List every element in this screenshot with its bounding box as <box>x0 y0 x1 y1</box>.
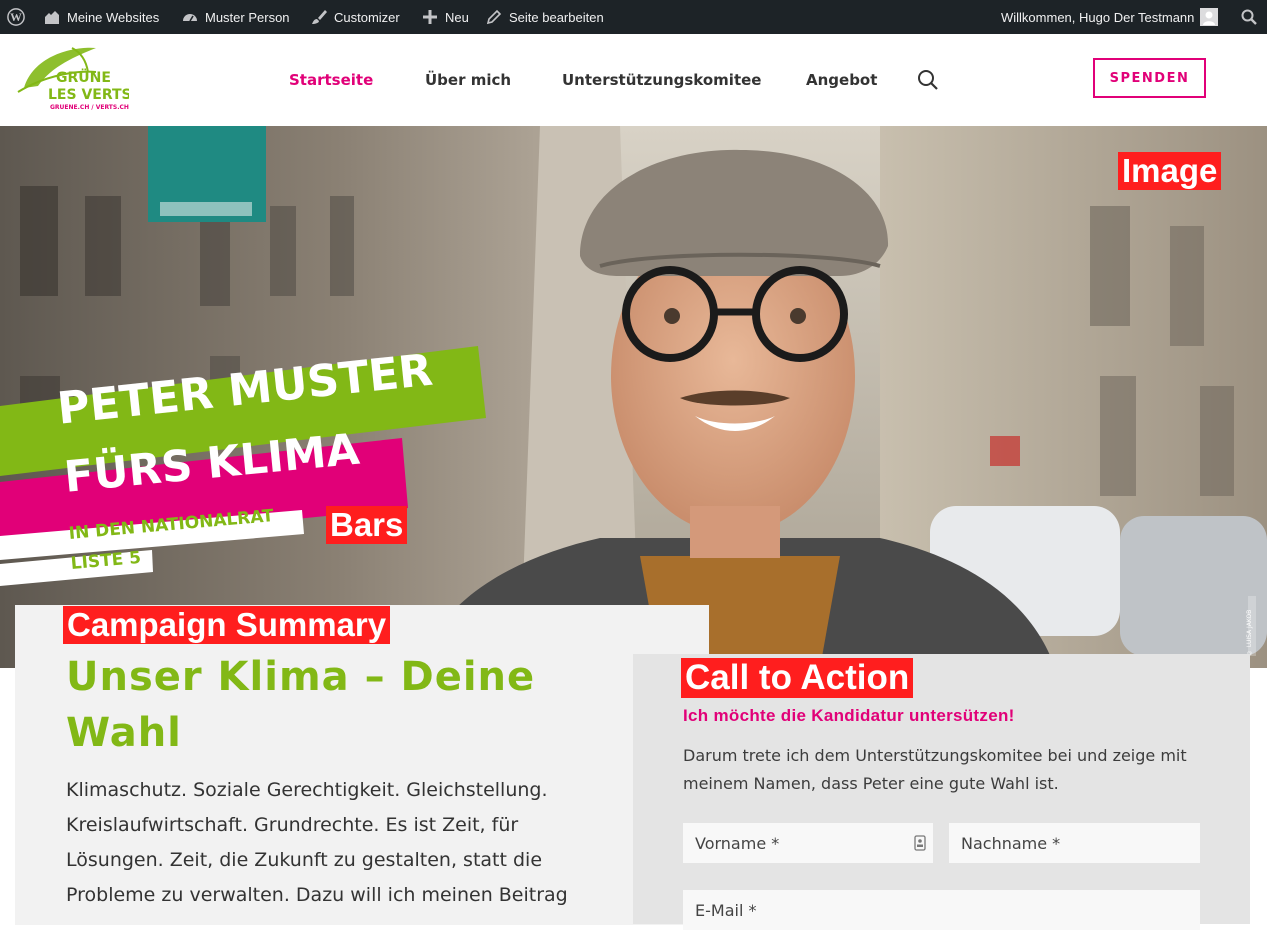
wordpress-icon: W <box>7 8 25 26</box>
annotation-bars: Bars <box>326 506 408 544</box>
site-search-button[interactable] <box>916 68 940 92</box>
annotation-call-to-action: Call to Action <box>681 658 914 699</box>
summary-title: Unser Klima – Deine Wahl <box>66 654 536 756</box>
my-sites-menu[interactable]: Meine Websites <box>43 0 159 34</box>
contact-card-icon <box>914 835 926 851</box>
plus-icon <box>421 8 439 26</box>
search-icon <box>1240 8 1258 26</box>
svg-text:W: W <box>10 11 22 24</box>
logo-line1: GRÜNE <box>56 68 111 86</box>
edit-page-label: Seite bearbeiten <box>509 9 604 25</box>
nav-item-startseite[interactable]: Startseite <box>289 34 373 126</box>
admin-search-button[interactable] <box>1240 0 1258 34</box>
site-name-label: Muster Person <box>205 9 290 25</box>
photo-credit: © LUISA JAKOB <box>1246 609 1253 656</box>
brush-icon <box>310 8 328 26</box>
new-label: Neu <box>445 9 469 25</box>
annotation-image: Image <box>1118 152 1222 190</box>
admin-bar: W Meine Websites Muster Person Customize… <box>0 0 1267 34</box>
call-to-action: Call to Action Ich möchte die Kandidatur… <box>633 654 1250 930</box>
nav-item-angebot[interactable]: Angebot <box>806 34 877 126</box>
logo-line2: LES VERTS <box>48 87 129 103</box>
pencil-icon <box>485 8 503 26</box>
firstname-field[interactable] <box>683 823 933 863</box>
summary-body: Klimaschutz. Soziale Gerechtigkeit. Glei… <box>66 779 568 906</box>
account-menu[interactable]: Willkommen, Hugo Der Testmann <box>1001 0 1219 34</box>
my-sites-label: Meine Websites <box>67 9 160 25</box>
email-field[interactable] <box>683 890 1200 930</box>
hero-banner: PETER MUSTER FÜRS KLIMA IN DEN NATIONALR… <box>0 126 1267 668</box>
search-icon <box>918 70 938 90</box>
wordpress-menu[interactable]: W <box>7 0 25 34</box>
sites-icon <box>43 8 61 26</box>
annotation-campaign-summary: Campaign Summary <box>63 606 391 644</box>
campaign-summary: Campaign Summary Unser Klima – Deine Wah… <box>15 605 709 925</box>
donate-button[interactable]: SPENDEN <box>1093 58 1206 98</box>
cta-body: Darum trete ich dem Unterstützungskomite… <box>683 746 1187 793</box>
site-name-menu[interactable]: Muster Person <box>181 0 290 34</box>
greeting-label: Willkommen, Hugo Der Testmann <box>1001 9 1195 25</box>
edit-page-link[interactable]: Seite bearbeiten <box>485 0 604 34</box>
customizer-label: Customizer <box>334 9 400 25</box>
site-logo[interactable]: GRÜNE LES VERTS GRUENE.CH / VERTS.CH <box>14 42 132 118</box>
lastname-field[interactable] <box>949 823 1200 863</box>
dashboard-icon <box>181 8 199 26</box>
cta-subtitle: Ich möchte die Kandidatur untersützen! <box>683 706 1015 725</box>
nav-item-ueber-mich[interactable]: Über mich <box>425 34 511 126</box>
customizer-menu[interactable]: Customizer <box>310 0 400 34</box>
avatar <box>1200 8 1219 26</box>
logo-line3: GRUENE.CH / VERTS.CH <box>50 104 129 111</box>
new-content-menu[interactable]: Neu <box>421 0 469 34</box>
nav-item-unterstuetzungskomitee[interactable]: Unterstützungskomitee <box>562 34 761 126</box>
site-header: GRÜNE LES VERTS GRUENE.CH / VERTS.CH Sta… <box>0 34 1267 126</box>
